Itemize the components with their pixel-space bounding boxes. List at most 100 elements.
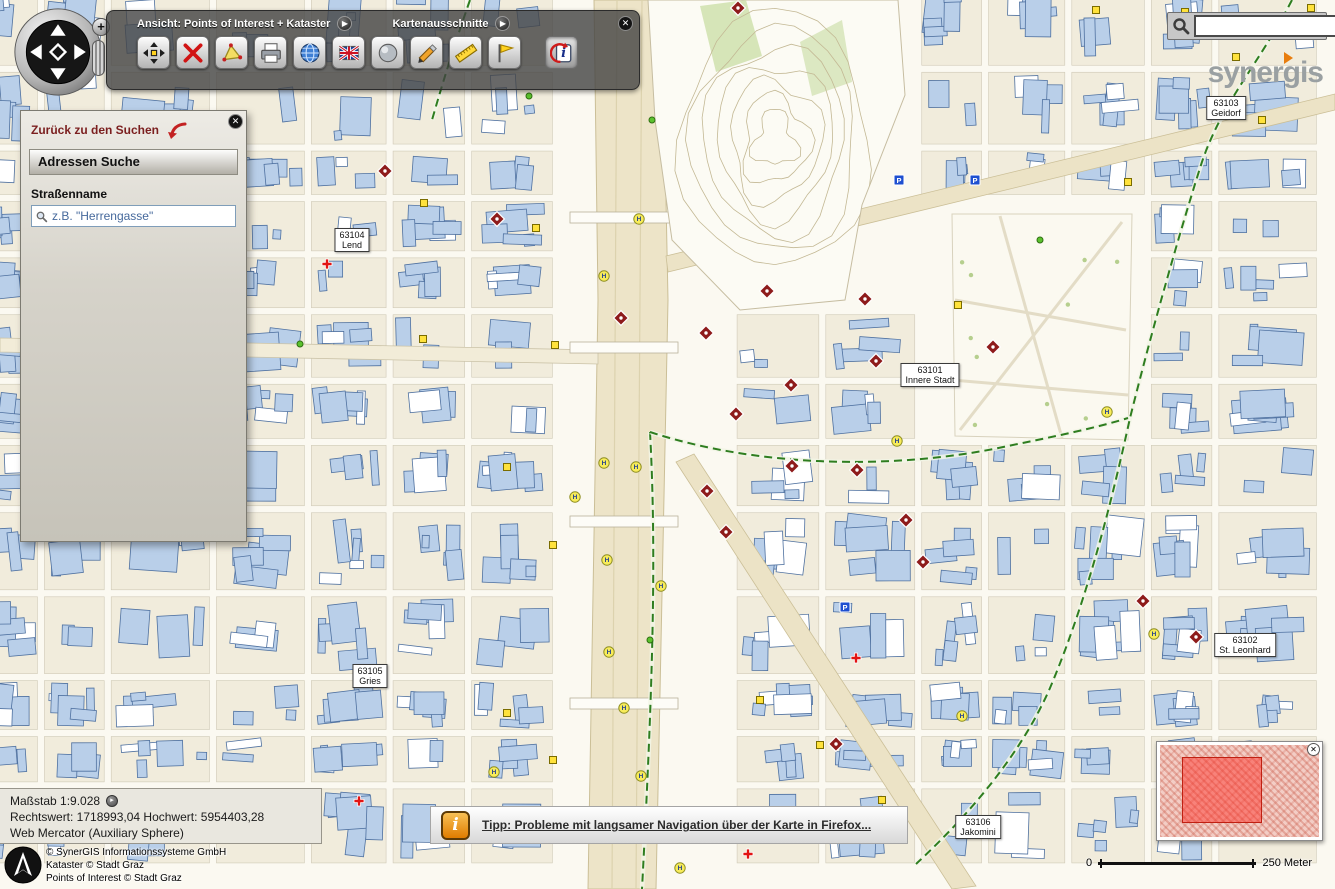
svg-text:H: H <box>634 464 639 471</box>
svg-text:H: H <box>492 769 497 776</box>
logo-text: synergis <box>1208 56 1323 89</box>
marker-h: H <box>602 555 612 565</box>
district-label: 63103Geidorf <box>1206 96 1246 120</box>
marker-sq <box>533 225 540 232</box>
logo-accent-icon <box>1284 52 1293 64</box>
streetname-input[interactable] <box>52 209 232 223</box>
svg-text:H: H <box>659 583 664 590</box>
svg-text:P: P <box>842 603 847 612</box>
panel-close-icon[interactable] <box>228 114 243 129</box>
copyright-line: © SynerGIS Informationssysteme GmbH <box>46 846 304 859</box>
marker-h: H <box>1149 629 1159 639</box>
svg-text:P: P <box>896 176 901 185</box>
svg-text:H: H <box>605 557 610 564</box>
svg-text:P: P <box>972 176 977 185</box>
marker-sq <box>757 697 764 704</box>
view-label: Ansicht: Points of Interest + Kataster <box>137 18 330 30</box>
overview-extent-rect[interactable] <box>1182 757 1262 823</box>
marker-sq <box>955 302 962 309</box>
district-label: 63106Jakomini <box>955 815 1001 839</box>
marker-sq <box>879 797 886 804</box>
print-tool[interactable] <box>254 36 287 69</box>
back-label[interactable]: Zurück zu den Suchen <box>31 123 159 137</box>
copyright-block: © SynerGIS Informationssysteme GmbHKatas… <box>0 843 310 889</box>
language-flag-tool-icon <box>337 41 361 65</box>
print-tool-icon <box>259 41 283 65</box>
svg-text:H: H <box>960 713 965 720</box>
delete-redline-tool[interactable] <box>176 36 209 69</box>
district-label: 63104Lend <box>334 228 369 252</box>
toolbar-close-icon[interactable] <box>618 16 633 31</box>
streetname-label: Straßenname <box>31 187 236 201</box>
marker-g <box>526 93 532 99</box>
coordinates-text: Rechtswert: 1718993,04 Hochwert: 5954403… <box>10 809 311 825</box>
language-flag-tool[interactable] <box>332 36 365 69</box>
marker-h: H <box>604 647 614 657</box>
marker-sq <box>550 542 557 549</box>
marker-g <box>1037 237 1043 243</box>
marker-g <box>647 637 653 643</box>
scale-text: Maßstab 1:9.028 <box>10 793 100 809</box>
marker-h: H <box>892 436 902 446</box>
marker-h: H <box>570 492 580 502</box>
marker-sq <box>1093 7 1100 14</box>
extents-label: Kartenausschnitte <box>392 18 488 30</box>
marker-sq <box>420 336 427 343</box>
bookmark-flag-tool[interactable] <box>488 36 521 69</box>
district-label: 63102St. Leonhard <box>1214 633 1276 657</box>
toolbar-drag-handle[interactable] <box>92 40 105 76</box>
projection-text: Web Mercator (Auxiliary Sphere) <box>10 825 311 841</box>
measure-area-tool[interactable] <box>215 36 248 69</box>
marker-h: H <box>675 863 685 873</box>
marker-sq <box>550 757 557 764</box>
sphere-tool[interactable] <box>371 36 404 69</box>
compass-icon <box>12 6 104 98</box>
svg-text:H: H <box>678 865 683 872</box>
marker-h: H <box>656 581 666 591</box>
synergis-logo: synergis <box>1208 56 1323 90</box>
district-label: 63105Gries <box>352 664 387 688</box>
marker-g <box>649 117 655 123</box>
overview-close-icon[interactable] <box>1307 743 1320 756</box>
marker-sq <box>817 742 824 749</box>
marker-h: H <box>957 711 967 721</box>
marker-p: P <box>970 175 980 185</box>
overview-map-image[interactable] <box>1160 745 1319 837</box>
measure-tool[interactable] <box>449 36 482 69</box>
main-toolbar: Ansicht: Points of Interest + Kataster K… <box>106 10 640 90</box>
tip-bar: Tipp: Probleme mit langsamer Navigation … <box>430 806 908 844</box>
svg-text:H: H <box>1105 409 1110 416</box>
district-label: 63101Innere Stadt <box>900 363 959 387</box>
search-input[interactable] <box>1194 15 1335 37</box>
globe-tool[interactable] <box>293 36 326 69</box>
weboffice-gis-app: HHHHHHHHHHHHHHHHPPP 63104Lend63101Innere… <box>0 0 1335 889</box>
scalebar-max: 250 Meter <box>1262 857 1312 869</box>
overview-map <box>1156 741 1323 841</box>
view-menu-arrow-icon[interactable] <box>337 16 352 31</box>
tool-button-row: i <box>107 33 639 69</box>
address-search-panel: Zurück zu den Suchen Adressen Suche Stra… <box>20 110 247 542</box>
copyright-line: Points of Interest © Stadt Graz <box>46 872 304 885</box>
copyright-line: Kataster © Stadt Graz <box>46 859 304 872</box>
marker-h: H <box>619 703 629 713</box>
stadtpark <box>952 214 1132 440</box>
pan-compass[interactable] <box>12 6 104 98</box>
svg-text:H: H <box>637 216 642 223</box>
extents-menu-arrow-icon[interactable] <box>495 16 510 31</box>
delete-redline-tool-icon <box>181 41 205 65</box>
svg-text:H: H <box>607 649 612 656</box>
tip-link[interactable]: Tipp: Probleme mit langsamer Navigation … <box>482 818 871 832</box>
marker-h: H <box>1102 407 1112 417</box>
identify-info-tool[interactable]: i <box>545 36 578 69</box>
identify-info-tool-icon: i <box>550 41 574 65</box>
streetname-input-wrap <box>31 205 236 227</box>
scalebar-line <box>1098 862 1256 865</box>
info-icon <box>441 811 470 840</box>
svg-text:H: H <box>573 494 578 501</box>
draw-tool[interactable] <box>410 36 443 69</box>
svg-text:H: H <box>1152 631 1157 638</box>
back-to-searches[interactable]: Zurück zu den Suchen <box>21 111 246 145</box>
scale-select-icon[interactable] <box>106 795 118 807</box>
pan-tool[interactable] <box>137 36 170 69</box>
svg-text:H: H <box>602 273 607 280</box>
